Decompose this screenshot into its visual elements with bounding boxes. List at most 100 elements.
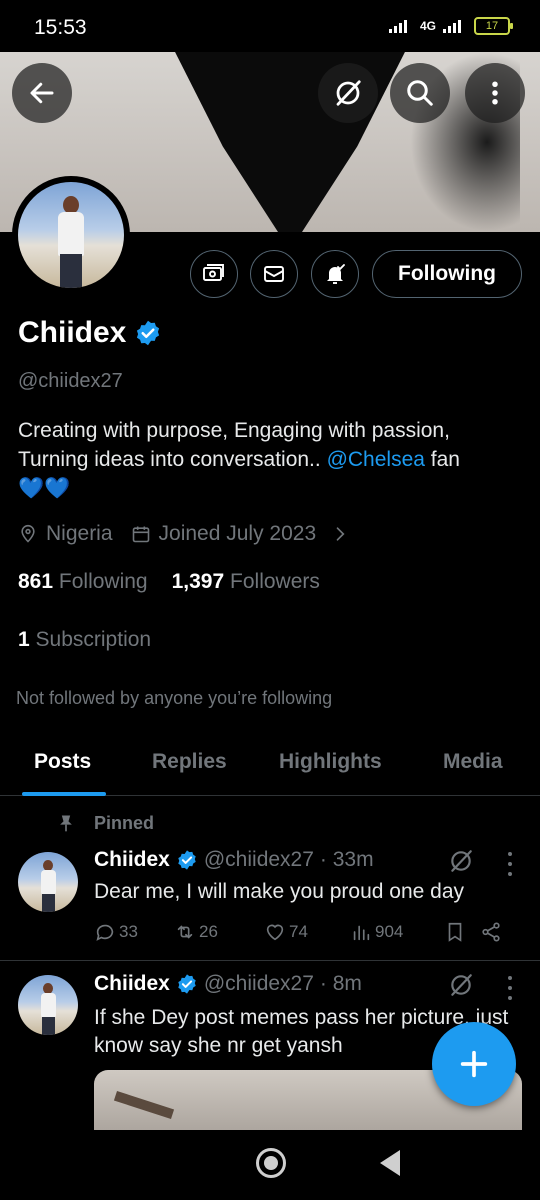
- profile-handle: @chiidex27: [18, 370, 123, 392]
- mail-icon: [264, 266, 284, 282]
- post-text: Dear me, I will make you proud one day: [94, 880, 465, 903]
- back-button[interactable]: [12, 63, 72, 123]
- back-nav-icon[interactable]: [380, 1150, 400, 1176]
- display-name: Chiidex: [18, 316, 127, 349]
- location-pin-icon: [21, 524, 35, 543]
- grok-icon[interactable]: [448, 972, 474, 998]
- grok-button[interactable]: [318, 63, 378, 123]
- post-divider: [0, 960, 540, 961]
- avatar-figure-legs: [60, 254, 82, 288]
- subscription-link[interactable]: 1 Subscription: [18, 628, 151, 652]
- post-avatar-legs: [42, 894, 55, 912]
- more-button[interactable]: [465, 63, 525, 123]
- bookmark-icon[interactable]: [444, 921, 466, 943]
- followers-count-link[interactable]: 1,397 Followers: [172, 570, 320, 594]
- post-time: · 33m: [319, 848, 374, 871]
- post-media-detail: [113, 1090, 175, 1120]
- subscription-label: Subscription: [35, 628, 152, 651]
- compose-button[interactable]: [432, 1022, 516, 1106]
- post-actions: 33 26 74 904: [94, 921, 502, 943]
- post-time: · 8m: [319, 972, 362, 995]
- subscribe-button[interactable]: [190, 250, 238, 298]
- chevron-right-icon[interactable]: [330, 524, 350, 544]
- verified-badge-icon: [178, 850, 196, 870]
- pin-icon: [60, 815, 72, 832]
- notifications-button[interactable]: [311, 250, 359, 298]
- bell-check-icon: [327, 264, 345, 284]
- grok-icon[interactable]: [448, 848, 474, 874]
- tab-replies[interactable]: Replies: [152, 750, 227, 774]
- verified-badge-icon: [178, 974, 196, 994]
- more-vertical-icon: [492, 81, 498, 105]
- views-button[interactable]: 904: [350, 921, 440, 943]
- post-avatar[interactable]: [18, 852, 78, 912]
- following-count: 861: [18, 570, 54, 593]
- calendar-icon: [132, 526, 149, 543]
- reply-count: 33: [119, 922, 138, 941]
- post-author-name[interactable]: Chiidex: [94, 848, 170, 872]
- following-label: Following: [58, 570, 148, 593]
- heart-icon: [266, 924, 284, 941]
- network-type: 4G: [419, 19, 436, 33]
- profile-bio: Creating with purpose, Engaging with pas…: [18, 416, 518, 503]
- verified-badge-icon[interactable]: [134, 319, 162, 347]
- avatar-figure-body: [58, 212, 84, 256]
- search-icon: [407, 80, 433, 106]
- post-more-button[interactable]: [500, 976, 520, 1000]
- repost-button[interactable]: 26: [174, 921, 264, 943]
- tab-media[interactable]: Media: [443, 750, 503, 774]
- post-author-handle[interactable]: @chiidex27: [204, 972, 314, 996]
- bio-mention-link[interactable]: @Chelsea: [327, 448, 425, 471]
- signal-icon: [388, 20, 407, 33]
- following-count-link[interactable]: 861 Following: [18, 570, 148, 594]
- reply-button[interactable]: 33: [94, 921, 174, 943]
- post-avatar[interactable]: [18, 975, 78, 1035]
- tab-highlights[interactable]: Highlights: [279, 750, 382, 774]
- joined-date-text: Joined July 2023: [158, 522, 317, 545]
- subscription-count: 1: [18, 628, 30, 651]
- following-button[interactable]: Following: [372, 250, 522, 298]
- battery-icon: 17: [474, 17, 513, 35]
- post-author-name[interactable]: Chiidex: [94, 972, 170, 996]
- like-button[interactable]: 74: [264, 921, 350, 943]
- grok-icon: [336, 80, 361, 106]
- post-more-button[interactable]: [500, 852, 520, 876]
- signal-icon-2: [443, 20, 461, 33]
- views-icon: [353, 925, 370, 941]
- post-avatar-body: [41, 870, 56, 896]
- pinned-label: Pinned: [94, 812, 155, 833]
- post-author-handle[interactable]: @chiidex27: [204, 848, 314, 872]
- post-header: Chiidex @chiidex27 · 33m: [94, 848, 374, 872]
- plus-icon: [460, 1050, 488, 1078]
- pinned-indicator: Pinned: [56, 812, 154, 834]
- post-avatar-body: [41, 993, 56, 1019]
- tab-posts[interactable]: Posts: [34, 750, 91, 774]
- message-button[interactable]: [250, 250, 298, 298]
- profile-tabs: Posts Replies Highlights Media: [0, 736, 540, 796]
- active-tab-indicator: [22, 792, 106, 796]
- search-button[interactable]: [390, 63, 450, 123]
- back-arrow-icon: [30, 82, 54, 104]
- home-nav-icon[interactable]: [256, 1148, 286, 1178]
- profile-display-name-row: Chiidex: [18, 316, 162, 350]
- share-icon[interactable]: [480, 921, 502, 943]
- bio-emojis: 💙💙: [18, 477, 71, 500]
- status-bar: 15:53 4G 17: [0, 0, 540, 52]
- status-icons: 4G 17: [388, 17, 513, 35]
- status-time: 15:53: [34, 16, 87, 39]
- post-avatar-legs: [42, 1017, 55, 1035]
- repost-count: 26: [199, 922, 218, 941]
- not-followed-notice: Not followed by anyone you’re following: [16, 688, 333, 708]
- repost-icon: [177, 925, 193, 939]
- followers-count: 1,397: [171, 570, 225, 593]
- followers-label: Followers: [230, 570, 320, 593]
- views-count: 904: [375, 922, 404, 941]
- like-count: 74: [289, 922, 308, 941]
- bio-text-suffix: fan: [424, 448, 460, 471]
- money-icon: [203, 264, 224, 281]
- location-text: Nigeria: [46, 522, 113, 545]
- follow-counts: 861 Following 1,397 Followers: [18, 570, 320, 594]
- reply-icon: [96, 924, 114, 941]
- profile-avatar[interactable]: [12, 176, 130, 294]
- avatar-image: [18, 182, 124, 288]
